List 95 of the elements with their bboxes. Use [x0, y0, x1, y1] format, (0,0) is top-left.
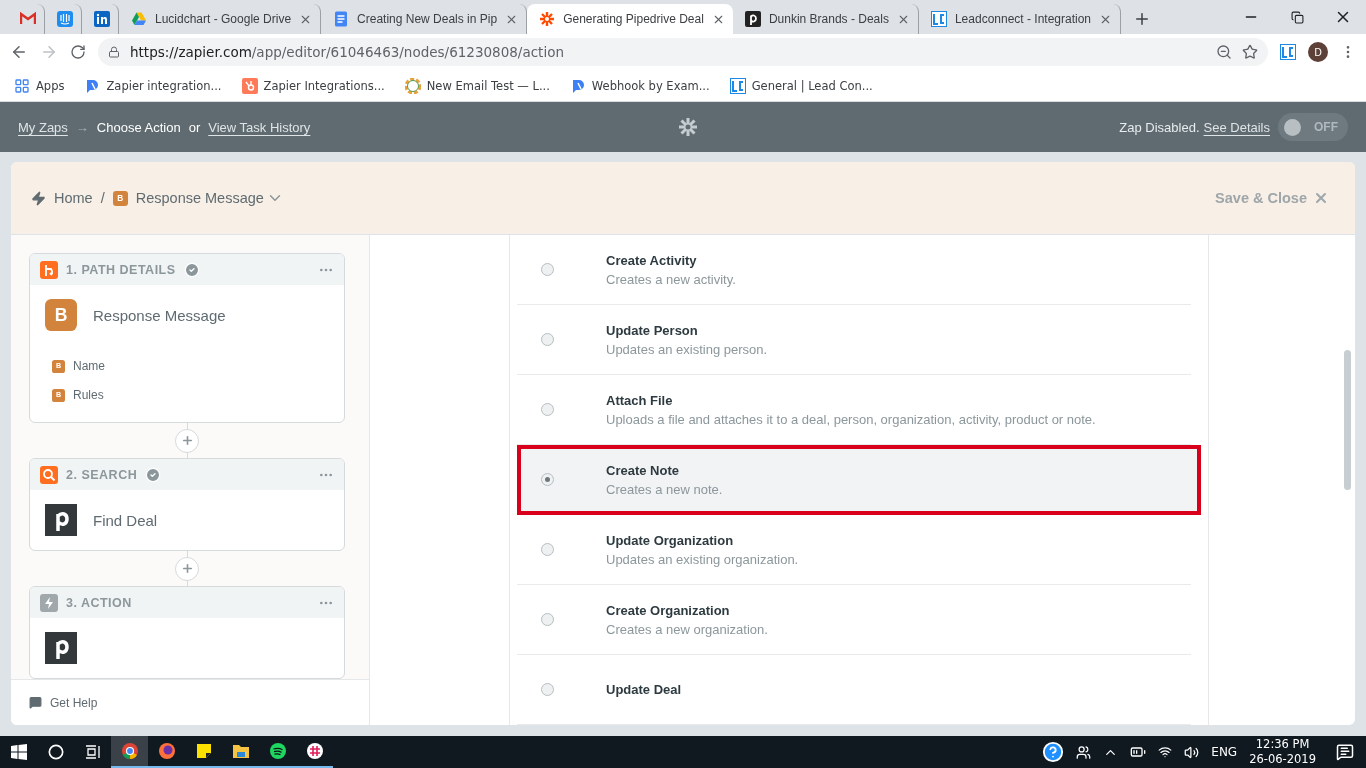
step-title: 2. SEARCH — [66, 467, 138, 482]
chrome-icon[interactable] — [120, 742, 139, 760]
address-field[interactable]: https://zapier.com/app/editor/61046463/nodes/61230808/action — [98, 38, 1268, 66]
radio-button[interactable] — [541, 613, 554, 626]
breadcrumb-arrow: → — [75, 119, 89, 135]
folder-icon[interactable] — [231, 742, 250, 760]
back-icon[interactable] — [10, 43, 28, 61]
chat-logo-icon — [57, 11, 73, 27]
app-letter-icon: B — [45, 299, 77, 331]
get-help-link[interactable]: Get Help — [11, 679, 369, 725]
see-details-link[interactable]: See Details — [1203, 119, 1270, 135]
triangle-logo-icon — [131, 11, 147, 27]
action-option[interactable]: Update Deal — [517, 655, 1191, 725]
browser-tab[interactable]: Generating Pipedrive Deal — [527, 4, 733, 34]
lightning-icon — [40, 593, 58, 612]
sprocket-icon — [241, 77, 258, 94]
step-title: 3. ACTION — [66, 595, 132, 610]
plus-icon[interactable] — [180, 434, 194, 447]
app-letter-icon: B — [112, 190, 128, 206]
network-logo-icon — [94, 11, 110, 27]
plus-icon[interactable] — [180, 562, 194, 575]
search-icon — [40, 465, 58, 484]
pipedrive-logo-icon — [744, 11, 761, 27]
webhook-icon — [84, 77, 101, 94]
action-option[interactable]: Update Person Updates an existing person. — [517, 305, 1191, 375]
current-step-dropdown[interactable]: Response Message — [135, 190, 264, 206]
bookmark[interactable]: New Email Test — L... — [404, 77, 550, 94]
wifi-icon[interactable] — [1158, 745, 1173, 759]
add-step-button[interactable] — [175, 428, 199, 453]
chat-icon — [29, 696, 42, 709]
clock[interactable]: 12:36 PM 26-06-2019 — [1249, 737, 1316, 767]
path-icon — [40, 260, 58, 279]
zapier-logo-icon — [678, 117, 699, 137]
slack-icon[interactable] — [305, 742, 324, 760]
document-icon — [333, 11, 350, 27]
spotify-icon[interactable] — [268, 742, 287, 760]
mail-icon — [20, 11, 36, 27]
browser-tab[interactable]: Dunkin Brands - Deals — [732, 4, 919, 34]
bookmark[interactable]: Zapier integration... — [84, 77, 222, 94]
bookmark[interactable]: Zapier Integrations... — [241, 77, 385, 94]
firefox-icon[interactable] — [157, 742, 176, 760]
step-card[interactable]: 2. SEARCH Find Deal — [29, 458, 345, 551]
breadcrumb-separator: / — [100, 190, 105, 206]
asterisk-logo-icon — [539, 11, 556, 27]
profile-avatar[interactable]: D — [1308, 42, 1328, 62]
language-indicator[interactable]: ENG — [1211, 745, 1238, 759]
notifications-icon[interactable] — [1336, 743, 1354, 761]
leadconnect-logo-icon — [729, 77, 746, 94]
step-title: 1. PATH DETAILS — [66, 262, 176, 277]
leadconnect-logo-icon — [930, 11, 947, 27]
restore-icon[interactable] — [1290, 10, 1304, 24]
app-name: Find Deal — [93, 511, 158, 529]
apps-grid-icon — [14, 77, 30, 94]
task-history-link[interactable]: View Task History — [208, 119, 311, 135]
help-icon[interactable] — [1042, 741, 1065, 763]
search-circle-icon[interactable] — [47, 744, 64, 760]
lock-icon — [108, 46, 120, 58]
home-link[interactable]: Home — [54, 190, 93, 206]
zoom-out-icon[interactable] — [1216, 44, 1232, 60]
bookmark[interactable]: Webhook by Exam... — [569, 77, 710, 94]
lightning-icon — [31, 190, 46, 206]
my-zaps-link[interactable]: My Zaps — [18, 119, 68, 135]
browser-tab[interactable]: Creating New Deals in Pip — [321, 4, 528, 34]
action-option[interactable]: Create Activity Creates a new activity. — [517, 235, 1191, 305]
star-icon[interactable] — [1242, 44, 1258, 60]
bookmark[interactable]: General | Lead Con... — [729, 77, 873, 94]
browser-tab[interactable]: Lucidchart - Google Drive — [119, 4, 322, 34]
scrollbar[interactable] — [1344, 350, 1351, 490]
sticky-note-icon[interactable] — [194, 742, 213, 760]
app-name: Response Message — [93, 306, 226, 324]
pipedrive-logo-icon — [45, 504, 77, 536]
bookmark[interactable]: Apps — [14, 77, 65, 94]
action-option[interactable]: Create Note Creates a new note. — [517, 445, 1201, 515]
or-label: or — [188, 119, 201, 135]
add-step-button[interactable] — [175, 556, 199, 581]
radio-button[interactable] — [541, 403, 554, 416]
browser-tab[interactable]: Leadconnect - Integration — [918, 4, 1122, 34]
radio-button[interactable] — [541, 543, 554, 556]
zap-status: Zap Disabled. — [1119, 119, 1200, 135]
action-option[interactable]: Create Organization Creates a new organization. — [517, 585, 1191, 655]
people-icon[interactable] — [1076, 744, 1092, 760]
radio-button[interactable] — [541, 333, 554, 346]
radio-button[interactable] — [541, 473, 554, 486]
reload-icon[interactable] — [70, 44, 86, 60]
volume-icon[interactable] — [1184, 744, 1200, 760]
color-wheel-icon — [404, 77, 421, 94]
windows-logo-icon[interactable] — [10, 744, 27, 760]
task-view-icon[interactable] — [84, 745, 101, 759]
radio-button[interactable] — [541, 683, 554, 696]
pipedrive-logo-icon — [45, 632, 77, 664]
action-option[interactable]: Update Organization Updates an existing organization. — [517, 515, 1191, 585]
radio-button[interactable] — [541, 263, 554, 276]
leadconnect-logo-icon — [1280, 44, 1296, 60]
battery-icon[interactable] — [1130, 744, 1147, 760]
current-step-label: Choose Action — [96, 119, 181, 135]
